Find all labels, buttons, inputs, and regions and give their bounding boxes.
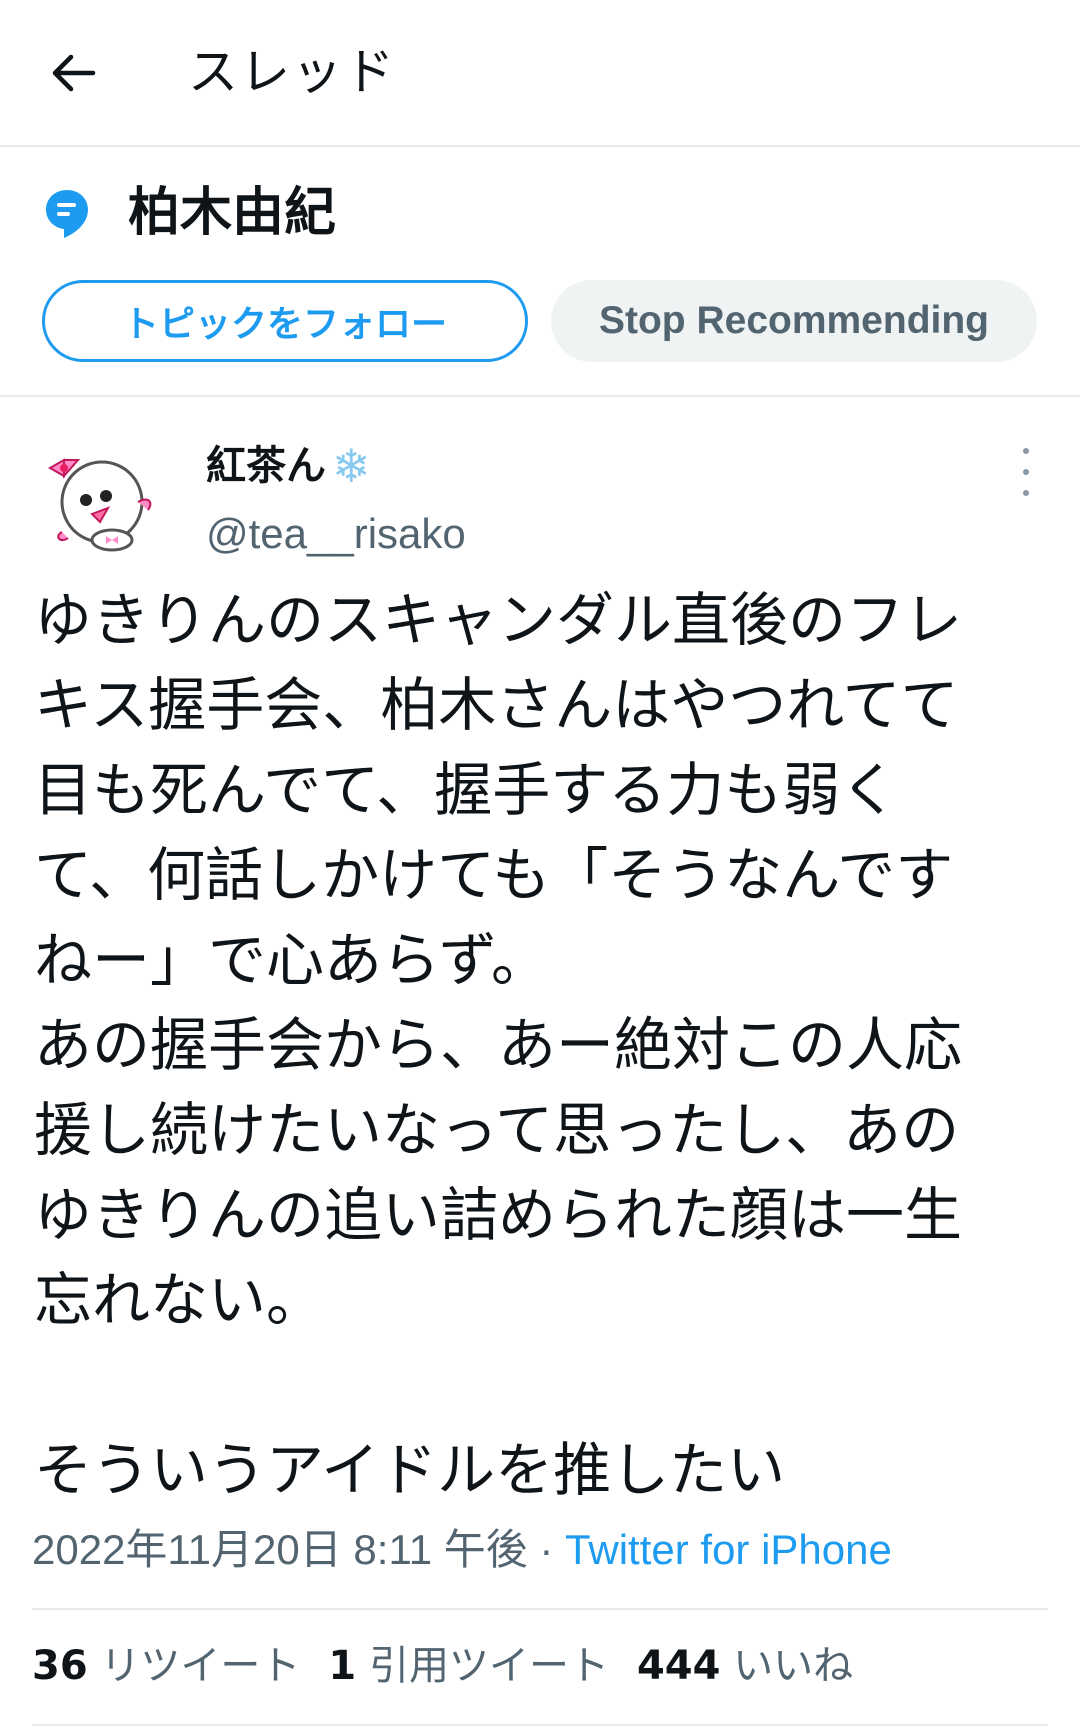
snowflake-icon: ❄ [332,439,371,493]
back-button[interactable] [38,38,108,108]
follow-topic-button[interactable]: トピックをフォロー [42,280,528,362]
divider [32,1608,1048,1610]
topic-name: 柏木由紀 [128,183,337,243]
divider [32,1724,1048,1726]
tweet-line: ねー」で心あらず。 [34,926,550,994]
tweet-timestamp[interactable]: 2022年11月20日 8:11 午後 [32,1526,528,1573]
stop-recommending-button[interactable]: Stop Recommending [551,280,1037,362]
quotes-count: 1 [328,1643,357,1689]
page-title: スレッド [188,43,396,101]
thread-header: スレッド [0,0,1080,147]
tweet-line: 目も死んでて、握手する力も弱く [34,756,899,824]
retweets-count: 36 [32,1643,88,1689]
author-name: 紅茶ん [206,443,326,489]
retweets-stat[interactable]: 36 リツイート [32,1636,300,1696]
more-options-button[interactable] [1006,448,1046,496]
tweet-line: ゆきりんのスキャンダル直後のフレ [34,586,963,654]
topic-bubble-icon [46,190,88,238]
tweet-line: 援し続けたいなって思ったし、あの [34,1096,960,1164]
more-dot [1023,490,1029,496]
tweet-meta: 2022年11月20日 8:11 午後 · Twitter for iPhone [32,1520,892,1580]
avatar[interactable] [42,440,160,558]
tweet-line: キス握手会、柏木さんはやつれてて [34,671,959,739]
arrow-left-icon [52,54,96,92]
author-display-name[interactable]: 紅茶ん ❄ [206,440,371,492]
tweet-line: そういうアイドルを推したい [34,1436,786,1504]
tweet-line: て、何話しかけても「そうなんです [34,841,954,909]
quotes-stat[interactable]: 1 引用ツイート [328,1636,609,1696]
more-dot [1023,469,1029,475]
tweet-line: ゆきりんの追い詰められた顔は一生 [34,1181,963,1249]
tweet-text: ゆきりんのスキャンダル直後のフレ キス握手会、柏木さんはやつれてて 目も死んでて… [34,578,1046,1513]
tweet-source-link[interactable]: Twitter for iPhone [565,1526,892,1573]
quotes-label: 引用ツイート [368,1643,609,1689]
likes-count: 444 [636,1643,721,1689]
tweet-line [34,1343,1046,1428]
more-vertical-icon [1023,448,1029,454]
tweet-line: 忘れない。 [34,1266,325,1334]
meta-separator: · [527,1526,566,1573]
likes-stat[interactable]: 444 いいね [637,1636,853,1696]
retweets-label: リツイート [100,1643,301,1689]
likes-label: いいね [733,1643,854,1689]
author-handle[interactable]: @tea__risako [206,508,466,560]
tweet-stats: 36 リツイート 1 引用ツイート 444 いいね [32,1636,881,1696]
tweet-line: あの握手会から、あー絶対この人応 [34,1011,963,1079]
